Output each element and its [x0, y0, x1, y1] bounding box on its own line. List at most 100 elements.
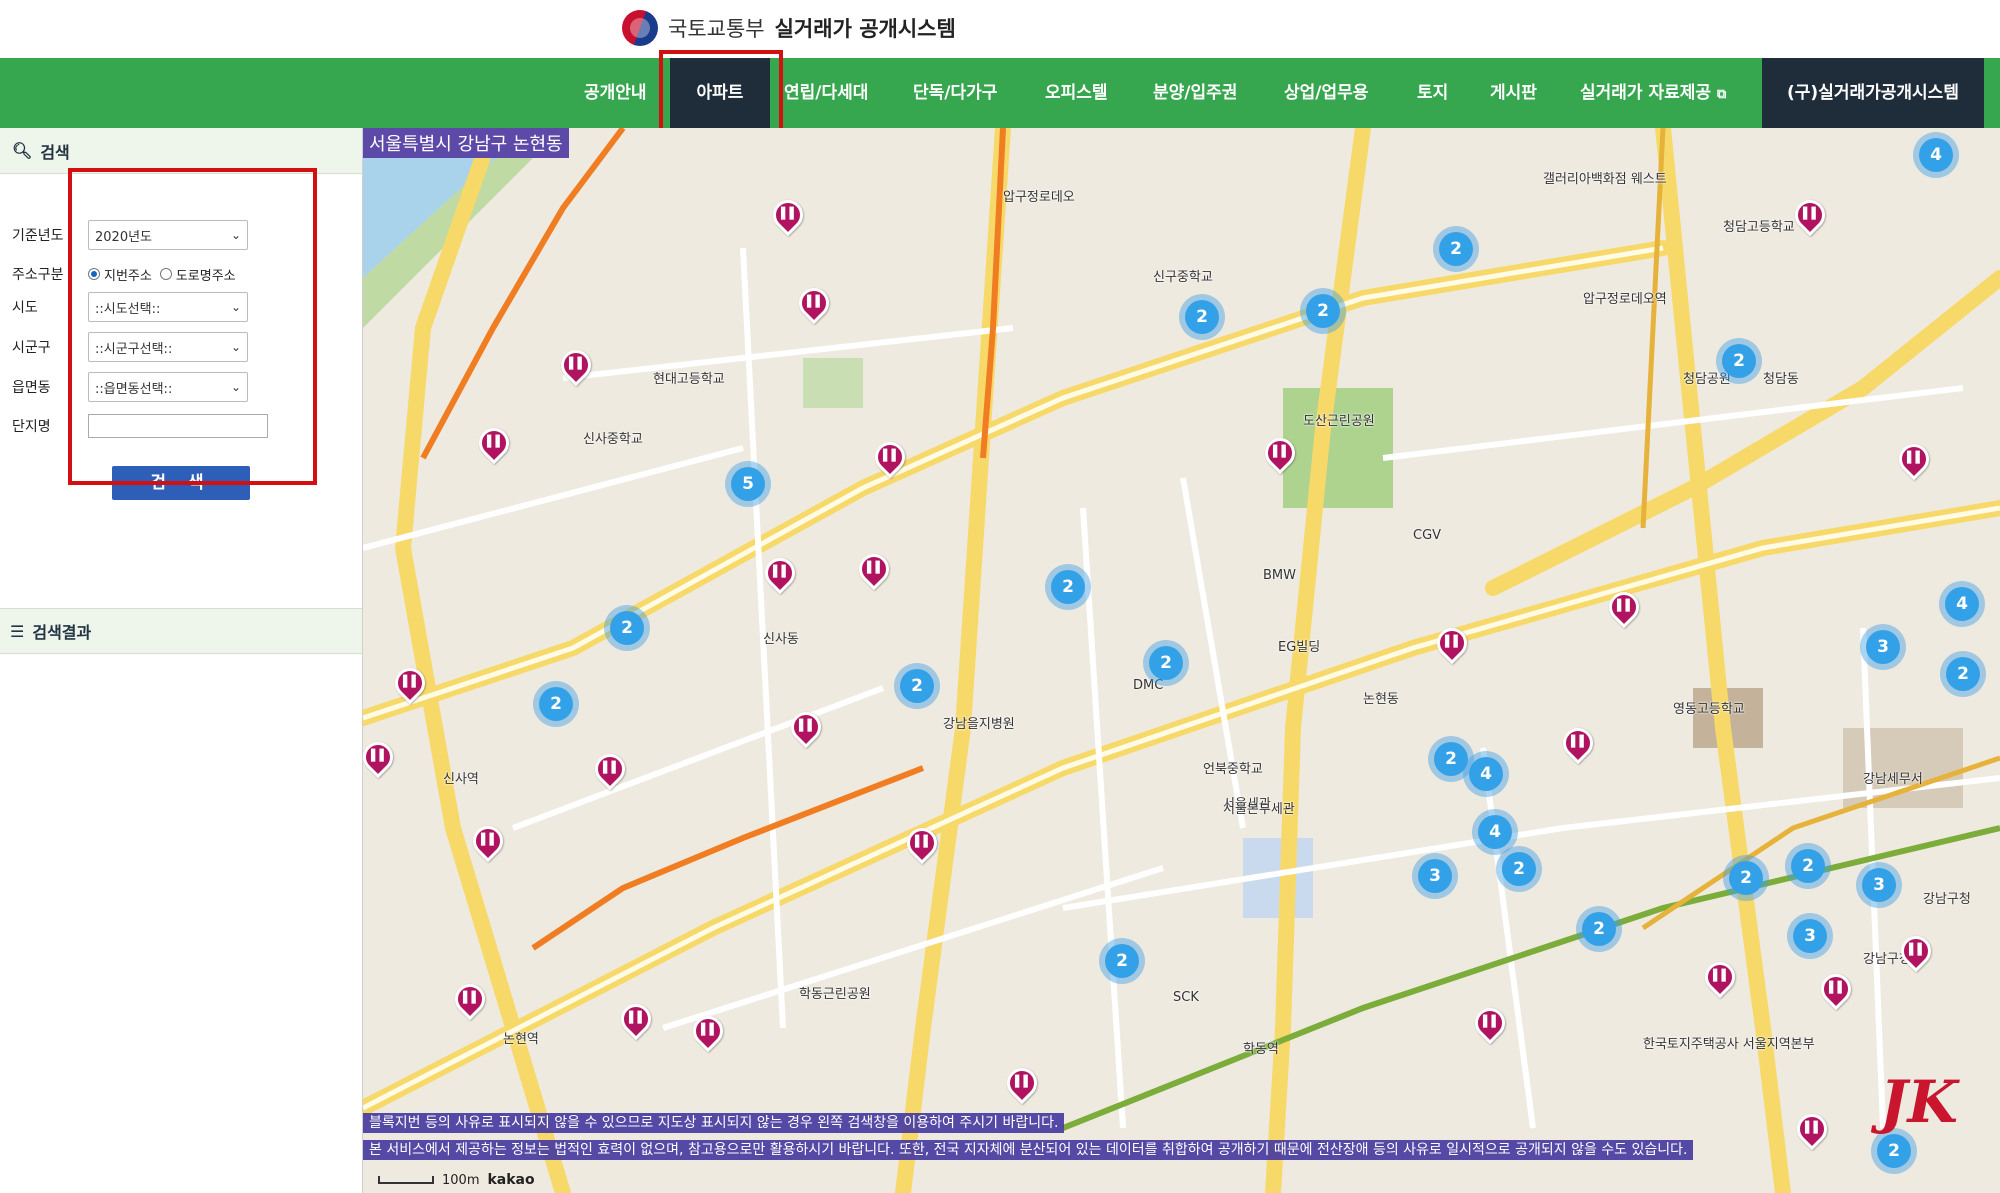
place-label: 서울본부세관 [1223, 802, 1295, 817]
place-label: 논현역 [503, 1032, 539, 1047]
taegeuk-logo-icon [622, 10, 658, 46]
nav-item-detached[interactable]: 단독/다가구 [913, 58, 997, 128]
apartment-pin-icon[interactable]: ▌▌ [1790, 1107, 1834, 1151]
cluster-marker[interactable]: 4 [1939, 581, 1985, 627]
place-label: 청담고등학교 [1723, 220, 1795, 235]
place-label: 강남세무서 [1863, 772, 1923, 787]
cluster-marker[interactable]: 3 [1412, 853, 1458, 899]
cluster-marker[interactable]: 3 [1860, 624, 1906, 670]
kakao-logo: kakao [487, 1172, 535, 1188]
map-notice-display: 블록지번 등의 사유로 표시되지 않을 수 있으므로 지도상 표시되지 않는 경… [363, 1113, 1065, 1133]
apartment-pin-icon[interactable]: ▌▌ [758, 551, 802, 595]
cluster-marker[interactable]: 2 [894, 663, 940, 709]
nav-item-legacy-system[interactable]: (구)실거래가공개시스템 [1762, 58, 1984, 128]
apartment-pin-icon[interactable]: ▌▌ [1788, 193, 1832, 237]
cluster-marker[interactable]: 2 [1300, 288, 1346, 334]
data-service-label: 실거래가 자료제공 [1580, 83, 1712, 103]
magnifier-icon: 🔍︎ [12, 141, 33, 160]
apartment-pin-icon[interactable]: ▌▌ [1602, 585, 1646, 629]
place-label: 신사중학교 [583, 432, 643, 447]
apartment-pin-icon[interactable]: ▌▌ [1892, 437, 1936, 481]
apartment-pin-icon[interactable]: ▌▌ [1814, 967, 1858, 1011]
place-label: EG빌딩 [1278, 640, 1321, 655]
cluster-marker[interactable]: 2 [1179, 294, 1225, 340]
place-label: 학동근린공원 [799, 987, 871, 1002]
place-label: 도산근린공원 [1303, 414, 1375, 429]
apartment-pin-icon[interactable]: ▌▌ [792, 281, 836, 325]
ministry-name: 국토교통부 [668, 17, 765, 41]
place-label: BMW [1263, 568, 1296, 583]
apartment-pin-icon[interactable]: ▌▌ [686, 1009, 730, 1053]
place-label: 압구정로데오 [1003, 190, 1075, 205]
apartment-pin-icon[interactable]: ▌▌ [852, 547, 896, 591]
search-result-header: ☰ 검색결과 [0, 608, 362, 654]
list-icon: ☰ [10, 621, 25, 641]
nav-item-multiplex[interactable]: 연립/다세대 [784, 58, 868, 128]
map-canvas[interactable]: 압구정로데오 압구정로데오역 신사역 논현역 학동역 강남구청 강남구청역 청담… [363, 128, 2000, 1193]
cluster-marker[interactable]: 4 [1472, 809, 1518, 855]
apartment-pin-icon[interactable]: ▌▌ [1556, 721, 1600, 765]
apartment-pin-icon[interactable]: ▌▌ [614, 997, 658, 1041]
apartment-pin-icon[interactable]: ▌▌ [1430, 621, 1474, 665]
cluster-marker[interactable]: 5 [725, 461, 771, 507]
apartment-pin-icon[interactable]: ▌▌ [1894, 929, 1938, 973]
place-label: 신사동 [763, 632, 799, 647]
apartment-pin-icon[interactable]: ▌▌ [900, 821, 944, 865]
apartment-pin-icon[interactable]: ▌▌ [1698, 955, 1742, 999]
main-nav: 공개안내 아파트 연립/다세대 단독/다가구 오피스텔 분양/입주권 상업/업무… [0, 58, 2000, 128]
cluster-marker[interactable]: 3 [1787, 913, 1833, 959]
place-label: 언북중학교 [1203, 762, 1263, 777]
cluster-marker[interactable]: 3 [1856, 862, 1902, 908]
nav-item-public-info[interactable]: 공개안내 [584, 58, 647, 128]
place-label: 한국토지주택공사 서울지역본부 [1643, 1037, 1815, 1052]
apartment-pin-icon[interactable]: ▌▌ [1468, 1001, 1512, 1045]
apartment-pin-icon[interactable]: ▌▌ [1000, 1061, 1044, 1105]
apartment-pin-icon[interactable]: ▌▌ [868, 435, 912, 479]
apartment-pin-icon[interactable]: ▌▌ [554, 343, 598, 387]
apartment-pin-icon[interactable]: ▌▌ [784, 705, 828, 749]
cluster-marker[interactable]: 2 [1143, 640, 1189, 686]
apartment-pin-icon[interactable]: ▌▌ [466, 819, 510, 863]
apartment-pin-icon[interactable]: ▌▌ [388, 661, 432, 705]
cluster-marker[interactable]: 2 [1785, 843, 1831, 889]
highlight-box-search-form [68, 168, 317, 485]
cluster-marker[interactable]: 2 [1716, 338, 1762, 384]
result-title: 검색결과 [32, 623, 92, 642]
nav-item-board[interactable]: 게시판 [1490, 58, 1537, 128]
jk-watermark: JK [1880, 1068, 1958, 1136]
system-name: 실거래가 공개시스템 [774, 17, 956, 41]
cluster-marker[interactable]: 2 [1940, 651, 1986, 697]
scale-bar [378, 1176, 434, 1184]
search-title: 검색 [40, 142, 70, 162]
apartment-pin-icon[interactable]: ▌▌ [472, 421, 516, 465]
nav-item-officetel[interactable]: 오피스텔 [1045, 58, 1108, 128]
place-label: 신구중학교 [1153, 270, 1213, 285]
place-label: 현대고등학교 [653, 372, 725, 387]
site-logo[interactable]: 국토교통부 실거래가 공개시스템 [622, 8, 956, 48]
nav-item-data-service[interactable]: 실거래가 자료제공 ⧉ [1580, 58, 1726, 128]
cluster-marker[interactable]: 2 [1433, 226, 1479, 272]
cluster-marker[interactable]: 2 [604, 605, 650, 651]
apartment-pin-icon[interactable]: ▌▌ [588, 747, 632, 791]
place-label: 신사역 [443, 772, 479, 787]
nav-item-presale[interactable]: 분양/입주권 [1153, 58, 1237, 128]
cluster-marker[interactable]: 4 [1913, 132, 1959, 178]
cluster-marker[interactable]: 2 [1045, 564, 1091, 610]
place-label: 강남을지병원 [943, 717, 1015, 732]
cluster-marker[interactable]: 2 [1723, 855, 1769, 901]
place-label: 청담동 [1763, 372, 1799, 387]
current-location-label: 서울특별시 강남구 논현동 [363, 128, 569, 158]
cluster-marker[interactable]: 2 [1099, 938, 1145, 984]
cluster-marker[interactable]: 4 [1463, 751, 1509, 797]
map-scale: 100m kakao [378, 1172, 535, 1188]
map-notice-disclaimer: 본 서비스에서 제공하는 정보는 법적인 효력이 없으며, 참고용으로만 활용하… [363, 1140, 1694, 1160]
cluster-marker[interactable]: 2 [1576, 906, 1622, 952]
cluster-marker[interactable]: 2 [533, 681, 579, 727]
apartment-pin-icon[interactable]: ▌▌ [766, 193, 810, 237]
apartment-pin-icon[interactable]: ▌▌ [448, 977, 492, 1021]
nav-item-land[interactable]: 토지 [1417, 58, 1448, 128]
apartment-pin-icon[interactable]: ▌▌ [363, 735, 400, 779]
apartment-pin-icon[interactable]: ▌▌ [1258, 431, 1302, 475]
nav-item-commercial[interactable]: 상업/업무용 [1284, 58, 1368, 128]
nav-item-apartment[interactable]: 아파트 [670, 58, 770, 128]
